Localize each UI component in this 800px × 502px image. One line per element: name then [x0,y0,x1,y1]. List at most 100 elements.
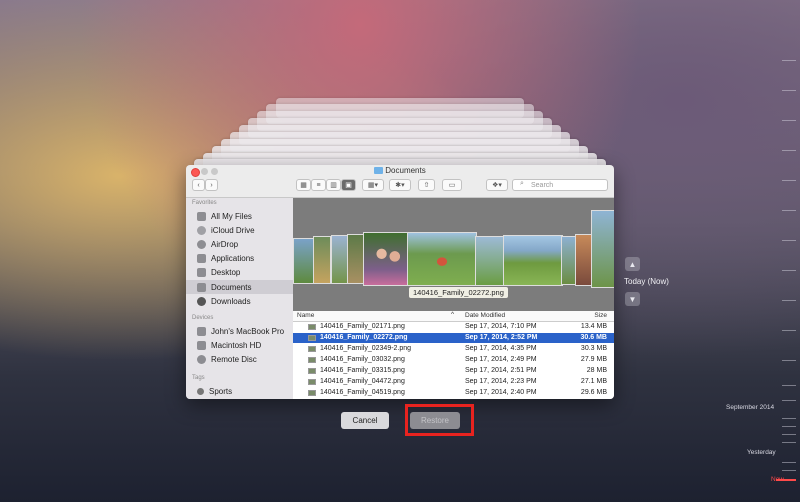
timeline-label-yesterday[interactable]: Yesterday [747,449,776,456]
action-button[interactable]: ✱▾ [389,179,411,191]
cover-flow-preview[interactable]: 140416_Family_02272.png [293,198,614,311]
column-header-date[interactable]: Date Modified [465,312,505,319]
timeline-tick [782,270,796,271]
share-button[interactable]: ⇧ [418,179,435,191]
chevron-right-icon: › [210,181,213,189]
hard-drive-icon [197,340,206,350]
file-row[interactable]: 140416_Family_02171.png Sep 17, 2014, 7:… [293,322,614,332]
gear-icon: ✱▾ [395,182,405,189]
column-header-size[interactable]: Size [594,312,607,319]
dropbox-button[interactable]: ❖▾ [486,179,508,191]
sidebar-item-remote-disc[interactable]: Remote Disc [186,352,293,366]
timeline-tick [782,120,796,121]
sidebar-item-all-my-files[interactable]: All My Files [186,209,293,223]
photo-thumb-left-2[interactable] [313,236,331,284]
image-file-icon [308,379,316,385]
image-file-icon [308,346,316,352]
search-field[interactable]: ⌕ Search [512,179,608,191]
window-title: Documents [186,166,614,175]
newer-backup-button[interactable]: ▲ [625,257,640,271]
file-list: Name ^ Date Modified Size 140416_Family_… [293,311,614,399]
arrange-button[interactable]: ▦▾ [362,179,384,191]
sidebar-item-macbook-pro[interactable]: John's MacBook Pro [186,324,293,338]
image-file-icon [308,390,316,396]
file-row[interactable]: 140416_Family_02349-2.png Sep 17, 2014, … [293,344,614,354]
timeline[interactable] [760,0,800,502]
image-file-icon [308,324,316,330]
timeline-tick [782,210,796,211]
sidebar-item-icloud-drive[interactable]: iCloud Drive [186,223,293,237]
timeline-tick [782,330,796,331]
file-row[interactable]: 140416_Family_03315.png Sep 17, 2014, 2:… [293,366,614,376]
column-view-button[interactable]: ▥ [326,179,341,191]
sidebar-item-tag-sports[interactable]: Sports [186,384,293,398]
title-bar: Documents [186,165,614,177]
timeline-tick [782,360,796,361]
column-header-name[interactable]: Name [297,312,314,319]
all-files-icon [197,211,206,221]
timeline-tick [782,434,796,435]
file-row[interactable]: 140416_Family_04472.png Sep 17, 2014, 2:… [293,377,614,387]
photo-thumb-left-4[interactable] [347,234,364,284]
sidebar-item-applications[interactable]: Applications [186,251,293,265]
tags-header: Tags [192,375,205,381]
file-row[interactable]: 140416_Family_04519.png Sep 17, 2014, 2:… [293,388,614,398]
photo-family-bike-selected[interactable] [407,232,477,286]
photo-thumb-left-1[interactable] [293,238,315,284]
photo-thumb-right-1[interactable] [475,236,505,286]
timeline-tick [782,462,796,463]
timeline-tick [782,400,796,401]
timeline-tick [782,60,796,61]
timeline-tick [782,90,796,91]
photo-family-girls[interactable] [363,232,409,286]
tag-dot-icon [197,387,204,395]
sidebar-item-desktop[interactable]: Desktop [186,265,293,279]
sidebar-item-downloads[interactable]: Downloads [186,294,293,308]
share-icon: ⇧ [423,182,430,189]
sidebar-item-macintosh-hd[interactable]: Macintosh HD [186,338,293,352]
cover-flow-icon: ▣ [345,182,352,189]
sidebar: Favorites All My Files iCloud Drive AirD… [186,198,293,399]
file-row-selected[interactable]: 140416_Family_02272.png Sep 17, 2014, 2:… [293,333,614,343]
timeline-tick [782,385,796,386]
finder-window: Documents ‹ › ▦ ≡ ▥ ▣ ▦▾ ✱▾ ⇧ ▭ ❖▾ ⌕ Sea… [186,165,614,399]
forward-button[interactable]: › [205,179,218,191]
favorites-header: Favorites [192,200,217,206]
cloud-icon [197,225,206,235]
list-header: Name ^ Date Modified Size [293,311,614,322]
timeline-tick [782,240,796,241]
toolbar: ‹ › ▦ ≡ ▥ ▣ ▦▾ ✱▾ ⇧ ▭ ❖▾ ⌕ Search [186,177,614,198]
arrange-icon: ▦▾ [367,182,379,189]
downloads-icon [197,296,206,306]
devices-header: Devices [192,315,214,321]
sidebar-item-documents[interactable]: Documents [186,280,293,294]
dropbox-icon: ❖▾ [492,182,502,189]
columns-icon: ▥ [330,182,337,189]
photo-family-running[interactable] [503,235,563,286]
icon-view-button[interactable]: ▦ [296,179,311,191]
list-view-button[interactable]: ≡ [311,179,326,191]
grid-icon: ▦ [300,182,307,189]
chevron-down-icon: ▼ [628,294,637,304]
image-file-icon [308,357,316,363]
tag-button[interactable]: ▭ [442,179,462,191]
cancel-button[interactable]: Cancel [341,412,389,429]
chevron-left-icon: ‹ [197,181,200,189]
sort-chevron-icon[interactable]: ^ [451,311,454,318]
restore-highlight-box [405,404,474,436]
older-backup-button[interactable]: ▼ [625,292,640,306]
file-row[interactable]: 140416_Family_03032.png Sep 17, 2014, 2:… [293,355,614,365]
photo-thumb-right-4[interactable] [591,210,614,288]
timeline-label-september[interactable]: September 2014 [726,404,774,411]
timeline-label-now[interactable]: Now [771,476,784,483]
image-file-icon [308,368,316,374]
timeline-tick [782,418,796,419]
applications-icon [197,253,206,263]
folder-icon [374,167,384,174]
sidebar-item-airdrop[interactable]: AirDrop [186,237,293,251]
cover-flow-button[interactable]: ▣ [341,179,356,191]
list-icon: ≡ [316,181,321,189]
timeline-tick [782,470,796,471]
desktop-icon [197,267,206,277]
back-button[interactable]: ‹ [192,179,205,191]
